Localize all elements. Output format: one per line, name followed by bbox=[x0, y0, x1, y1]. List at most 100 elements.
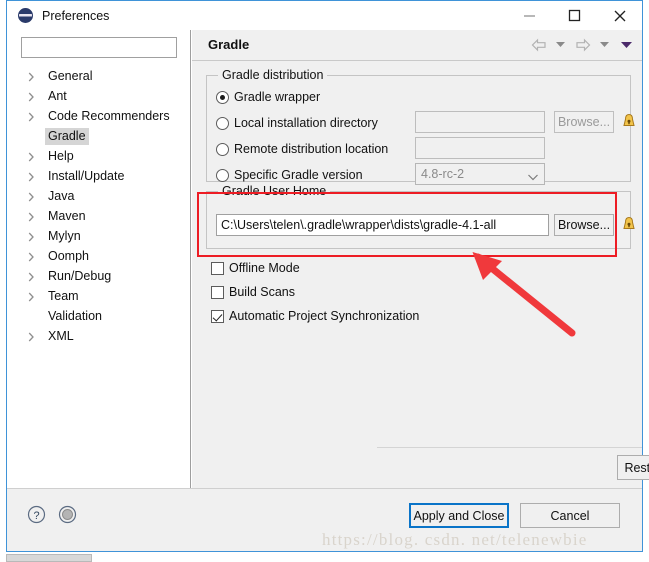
sidebar-item-help[interactable]: Help bbox=[7, 146, 190, 166]
radio-indicator bbox=[216, 168, 229, 182]
radio-local-installation-directory[interactable]: Local installation directory bbox=[216, 114, 378, 132]
back-arrow-icon[interactable] bbox=[529, 35, 548, 54]
dialog-content: General Ant Code Recommenders Gradle Help Ins… bbox=[7, 30, 649, 489]
forward-dropdown-icon[interactable] bbox=[595, 35, 614, 54]
cancel-button[interactable]: Cancel bbox=[520, 503, 620, 528]
gradle-user-home-label: Gradle User Home bbox=[218, 184, 331, 198]
chevron-right-icon[interactable] bbox=[28, 92, 37, 101]
minimize-button[interactable] bbox=[507, 1, 552, 30]
sidebar-item-xml[interactable]: XML bbox=[7, 326, 190, 346]
sidebar-item-java[interactable]: Java bbox=[7, 186, 190, 206]
radio-remote-distribution-location[interactable]: Remote distribution location bbox=[216, 140, 388, 158]
view-menu-icon[interactable] bbox=[617, 35, 636, 54]
chevron-right-icon[interactable] bbox=[28, 252, 37, 261]
warning-lock-icon bbox=[622, 216, 636, 230]
chevron-right-icon[interactable] bbox=[28, 112, 37, 121]
warning-lock-icon bbox=[622, 113, 636, 127]
sidebar-item-label: XML bbox=[48, 328, 74, 343]
sidebar-item-code-recommenders[interactable]: Code Recommenders bbox=[7, 106, 190, 126]
page-nav-icons bbox=[529, 35, 636, 54]
checkbox-build-scans[interactable]: Build Scans bbox=[211, 283, 295, 301]
preferences-tree: General Ant Code Recommenders Gradle Help Ins… bbox=[7, 66, 190, 489]
forward-arrow-icon[interactable] bbox=[573, 35, 592, 54]
sidebar-item-label: Help bbox=[48, 148, 74, 163]
close-button[interactable] bbox=[597, 1, 642, 30]
gradle-user-home-group: Gradle User Home Browse... bbox=[206, 184, 635, 249]
window-controls bbox=[507, 1, 642, 30]
radio-label: Specific Gradle version bbox=[234, 168, 363, 182]
gradle-version-value: 4.8-rc-2 bbox=[421, 167, 465, 181]
back-dropdown-icon[interactable] bbox=[551, 35, 570, 54]
local-installation-directory-input[interactable] bbox=[415, 111, 545, 133]
gradle-version-dropdown[interactable]: 4.8-rc-2 bbox=[415, 163, 545, 185]
svg-text:?: ? bbox=[33, 510, 39, 522]
apply-and-close-button[interactable]: Apply and Close bbox=[409, 503, 509, 528]
sidebar-item-label: Code Recommenders bbox=[48, 108, 170, 123]
chevron-right-icon[interactable] bbox=[28, 292, 37, 301]
background-window-tab bbox=[6, 554, 92, 562]
browse-user-home-button[interactable]: Browse... bbox=[554, 214, 614, 236]
chevron-right-icon[interactable] bbox=[28, 212, 37, 221]
restore-window-icon[interactable] bbox=[58, 505, 77, 524]
radio-indicator bbox=[216, 116, 229, 130]
chevron-right-icon[interactable] bbox=[28, 152, 37, 161]
chevron-right-icon[interactable] bbox=[28, 72, 37, 81]
gradle-distribution-label: Gradle distribution bbox=[218, 68, 328, 82]
sidebar-item-label: Java bbox=[48, 188, 75, 203]
radio-label: Local installation directory bbox=[234, 116, 378, 130]
page-title: Gradle bbox=[208, 37, 250, 52]
remote-distribution-location-input[interactable] bbox=[415, 137, 545, 159]
window-title: Preferences bbox=[42, 8, 110, 23]
sidebar-item-label: Validation bbox=[48, 308, 102, 323]
page-header: Gradle bbox=[192, 30, 642, 61]
preferences-page: Gradle Gradle distribution Gradle wrappe… bbox=[192, 30, 649, 489]
filter-search-input[interactable] bbox=[21, 37, 177, 58]
title-bar: Preferences bbox=[7, 1, 642, 30]
chevron-right-icon[interactable] bbox=[28, 232, 37, 241]
radio-gradle-wrapper[interactable]: Gradle wrapper bbox=[216, 88, 320, 106]
preferences-dialog: Preferences General Ant Code Recommenders G… bbox=[6, 0, 649, 552]
help-question-icon[interactable]: ? bbox=[27, 505, 46, 524]
sidebar-item-install-update[interactable]: Install/Update bbox=[7, 166, 190, 186]
sidebar-item-label: General bbox=[48, 68, 93, 83]
maximize-button[interactable] bbox=[552, 1, 597, 30]
checkbox-automatic-project-synchronization[interactable]: Automatic Project Synchronization bbox=[211, 307, 419, 325]
sidebar-item-general[interactable]: General bbox=[7, 66, 190, 86]
sidebar-item-label: Maven bbox=[48, 208, 86, 223]
radio-label: Remote distribution location bbox=[234, 142, 389, 156]
sidebar-item-gradle[interactable]: Gradle bbox=[7, 126, 190, 146]
sidebar-item-ant[interactable]: Ant bbox=[7, 86, 190, 106]
sidebar-item-label: Team bbox=[48, 288, 79, 303]
sidebar-item-label: Mylyn bbox=[48, 228, 81, 243]
sidebar-item-run-debug[interactable]: Run/Debug bbox=[7, 266, 190, 286]
chevron-right-icon[interactable] bbox=[28, 332, 37, 341]
sidebar-item-validation[interactable]: Validation bbox=[7, 306, 190, 326]
chevron-right-icon[interactable] bbox=[28, 172, 37, 181]
radio-specific-gradle-version[interactable]: Specific Gradle version bbox=[216, 166, 363, 184]
sidebar-item-team[interactable]: Team bbox=[7, 286, 190, 306]
sidebar-item-label: Ant bbox=[48, 88, 67, 103]
sidebar-item-label: Run/Debug bbox=[48, 268, 112, 283]
checkbox-indicator bbox=[211, 309, 224, 323]
dialog-footer: ? Apply and Close Cancel bbox=[7, 488, 642, 551]
sidebar-item-label: Oomph bbox=[48, 248, 89, 263]
checkbox-label: Build Scans bbox=[229, 285, 296, 299]
sidebar-item-mylyn[interactable]: Mylyn bbox=[7, 226, 190, 246]
page-action-row: Restore Defaults Apply bbox=[377, 447, 649, 489]
sidebar-item-oomph[interactable]: Oomph bbox=[7, 246, 190, 266]
sidebar-item-label: Gradle bbox=[45, 127, 89, 145]
radio-label: Gradle wrapper bbox=[234, 90, 321, 104]
gradle-distribution-group: Gradle distribution Gradle wrapper Local… bbox=[206, 68, 635, 185]
chevron-right-icon[interactable] bbox=[28, 272, 37, 281]
restore-defaults-button[interactable]: Restore Defaults bbox=[617, 455, 649, 480]
checkbox-indicator bbox=[211, 261, 224, 275]
restore-defaults-label: Restore Defaults bbox=[624, 460, 649, 475]
sidebar-item-label: Install/Update bbox=[48, 168, 125, 183]
checkbox-offline-mode[interactable]: Offline Mode bbox=[211, 259, 300, 277]
chevron-right-icon[interactable] bbox=[28, 192, 37, 201]
browse-distribution-button[interactable]: Browse... bbox=[554, 111, 614, 133]
checkbox-label: Offline Mode bbox=[229, 261, 300, 275]
chevron-down-icon bbox=[528, 170, 538, 181]
sidebar-item-maven[interactable]: Maven bbox=[7, 206, 190, 226]
gradle-user-home-input[interactable] bbox=[216, 214, 549, 236]
